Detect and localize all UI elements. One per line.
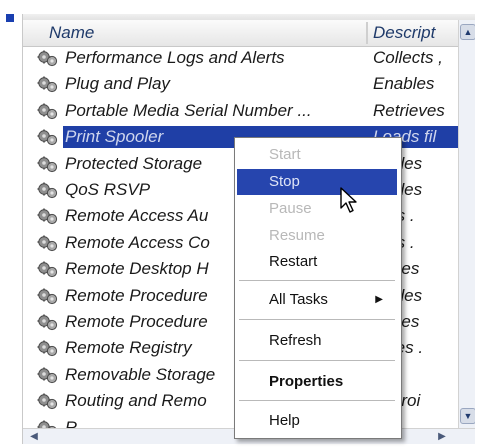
gears-icon	[37, 288, 58, 305]
scroll-left-icon[interactable]: ◀	[27, 430, 41, 443]
service-name: Remote Registry	[65, 338, 192, 357]
window-corner-marker	[6, 14, 14, 22]
gears-icon	[37, 393, 58, 410]
menu-item-properties[interactable]: Properties	[237, 369, 397, 395]
service-description: Collects ,	[373, 48, 443, 67]
vertical-scrollbar[interactable]: ▲ ▼	[458, 20, 475, 428]
service-name: Remote Access Au	[65, 206, 209, 225]
gears-icon	[37, 340, 58, 357]
service-name: Protected Storage	[65, 154, 203, 173]
menu-separator	[239, 319, 395, 320]
gears-icon	[37, 156, 58, 173]
gears-icon	[37, 182, 58, 199]
service-description: Retrieves	[373, 101, 445, 120]
gears-icon	[37, 76, 58, 93]
service-name: Remote Access Co	[65, 233, 210, 252]
menu-separator	[239, 400, 395, 401]
gears-icon	[37, 50, 58, 67]
service-name: Performance Logs and Alerts	[65, 48, 285, 67]
service-row[interactable]: Portable Media Serial Number ... Retrieve…	[23, 100, 459, 123]
mouse-pointer-icon	[340, 187, 357, 213]
context-menu: Start Stop Pause Resume Restart All Task…	[234, 137, 402, 439]
service-name: Remote Procedure	[65, 286, 208, 305]
menu-item-all-tasks[interactable]: All Tasks ▶	[237, 287, 397, 313]
service-name: Removable Storage	[65, 365, 216, 384]
menu-separator	[239, 360, 395, 361]
menu-item-start[interactable]: Start	[237, 142, 397, 168]
service-name: QoS RSVP	[65, 180, 151, 199]
gears-icon	[37, 103, 58, 120]
menu-separator	[239, 280, 395, 281]
scroll-down-icon[interactable]: ▼	[460, 408, 475, 424]
menu-item-restart[interactable]: Restart	[237, 249, 397, 275]
gears-icon	[37, 367, 58, 384]
service-row[interactable]: Plug and Play Enables	[23, 73, 459, 96]
scroll-right-icon[interactable]: ▶	[435, 430, 449, 443]
gears-icon	[37, 129, 58, 146]
menu-item-pause[interactable]: Pause	[237, 196, 397, 222]
menu-item-stop[interactable]: Stop	[237, 169, 397, 195]
service-name: Remote Procedure	[65, 312, 208, 331]
service-name: Remote Desktop H	[65, 259, 209, 278]
submenu-arrow-icon: ▶	[375, 294, 383, 305]
menu-item-refresh[interactable]: Refresh	[237, 328, 397, 354]
gears-icon	[37, 314, 58, 331]
column-header-name[interactable]: Name	[49, 23, 94, 43]
column-divider[interactable]	[366, 22, 368, 44]
gears-icon	[37, 261, 58, 278]
gears-icon	[37, 208, 58, 225]
gears-icon	[37, 235, 58, 252]
service-name: Portable Media Serial Number ...	[65, 101, 312, 120]
menu-item-resume[interactable]: Resume	[237, 223, 397, 249]
column-header-description[interactable]: Descript	[373, 23, 435, 43]
service-name: Plug and Play	[65, 74, 170, 93]
service-row[interactable]: Performance Logs and Alerts Collects ,	[23, 47, 459, 70]
scroll-up-icon[interactable]: ▲	[460, 24, 475, 40]
service-name: Print Spooler	[65, 127, 164, 146]
list-header: Name Descript	[23, 20, 459, 47]
service-name: Routing and Remo	[65, 391, 207, 410]
service-description: Enables	[373, 74, 435, 93]
menu-item-help[interactable]: Help	[237, 408, 397, 434]
